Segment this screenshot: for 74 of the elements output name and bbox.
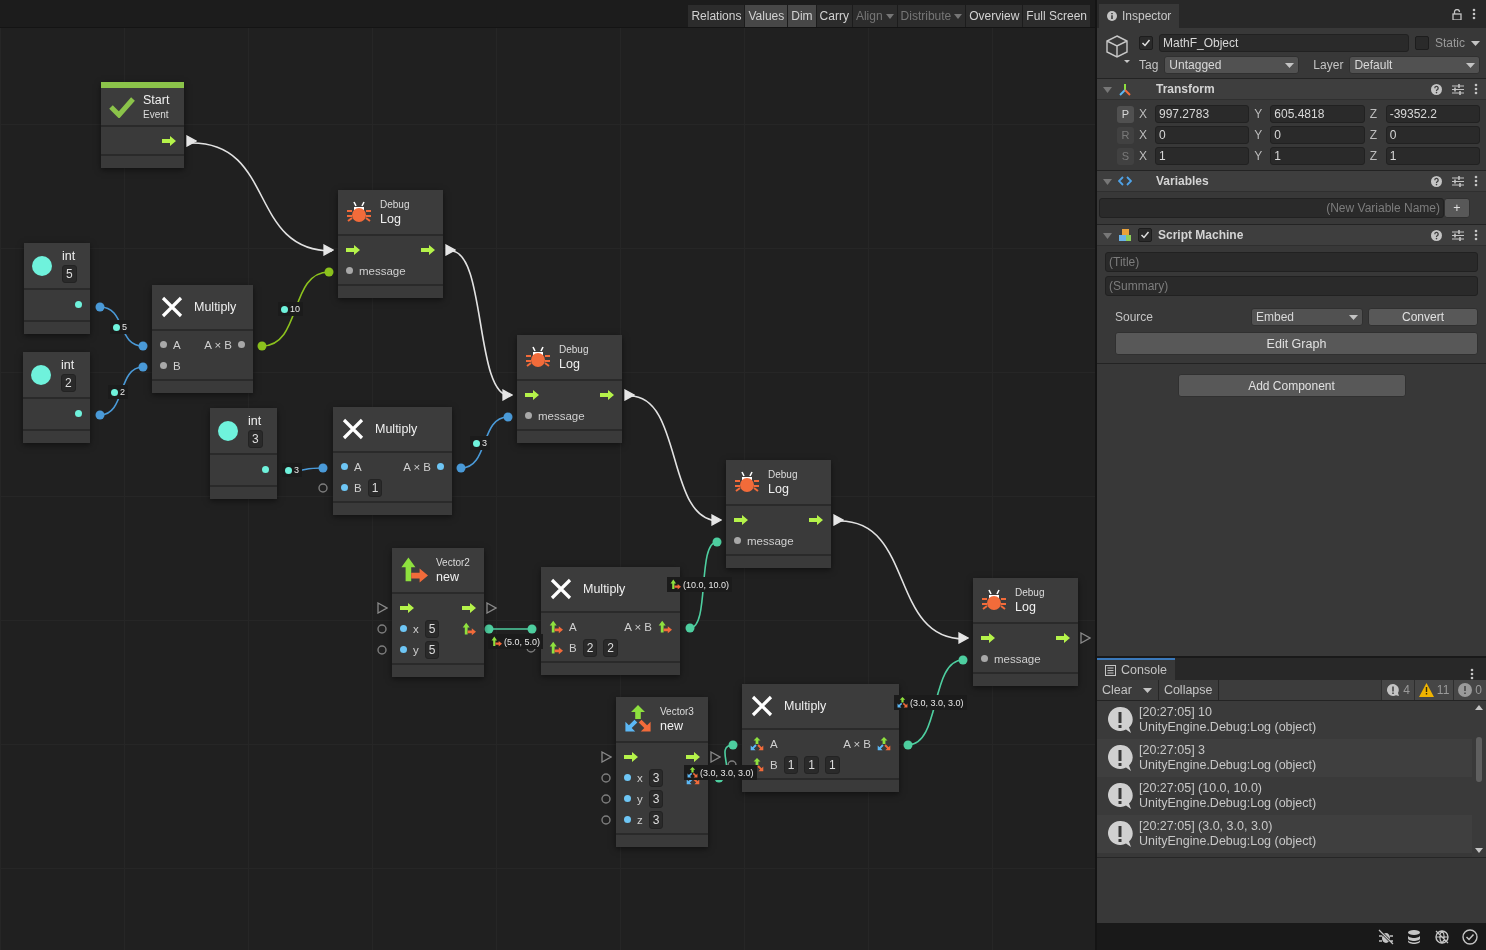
axis-label: Z bbox=[1369, 128, 1378, 142]
log-text: [20:27:05] 10 bbox=[1139, 705, 1213, 720]
field-label: Layer bbox=[1313, 58, 1344, 72]
node-title: int bbox=[61, 357, 76, 372]
node-title: Multiply bbox=[784, 699, 827, 713]
component-title: Variables bbox=[1156, 174, 1210, 188]
port-label: A bbox=[173, 338, 181, 351]
port-label: A × B bbox=[843, 737, 871, 750]
value-text: 10 bbox=[290, 304, 300, 314]
port-label: A × B bbox=[403, 460, 431, 473]
port-label: A bbox=[569, 620, 577, 633]
node-title: Log bbox=[380, 211, 402, 226]
log-text: UnityEngine.Debug:Log (object) bbox=[1139, 834, 1317, 849]
node-title: Multiply bbox=[583, 582, 626, 596]
node-category: Debug bbox=[768, 468, 798, 480]
port-label: B bbox=[173, 359, 181, 372]
port-label: A bbox=[770, 737, 778, 750]
port-label: z bbox=[637, 813, 643, 826]
port-label: x bbox=[637, 771, 643, 784]
axis-label: Z bbox=[1369, 149, 1378, 163]
static-label: Static bbox=[1435, 36, 1465, 50]
node-category: Vector2 bbox=[436, 556, 470, 568]
log-text: [20:27:05] (10.0, 10.0) bbox=[1139, 781, 1263, 796]
value-text: (5.0, 5.0) bbox=[504, 636, 541, 647]
field-label: Tag bbox=[1139, 58, 1159, 72]
node-category: Debug bbox=[380, 198, 410, 210]
node-title: Multiply bbox=[375, 422, 418, 436]
log-text: UnityEngine.Debug:Log (object) bbox=[1139, 796, 1317, 811]
port-label: B bbox=[354, 481, 362, 494]
axis-label: X bbox=[1139, 107, 1148, 121]
node-category: Debug bbox=[1015, 586, 1045, 598]
log-text: UnityEngine.Debug:Log (object) bbox=[1139, 758, 1317, 773]
port-label: message bbox=[538, 409, 585, 422]
component-title: Script Machine bbox=[1158, 228, 1245, 242]
node-title: Multiply bbox=[194, 300, 237, 314]
port-label: y bbox=[637, 792, 643, 805]
axis-label: X bbox=[1139, 128, 1148, 142]
log-text: [20:27:05] (3.0, 3.0, 3.0) bbox=[1139, 819, 1274, 834]
node-title: Start bbox=[143, 93, 170, 107]
port-label: message bbox=[747, 534, 794, 547]
component-title: Transform bbox=[1156, 82, 1216, 96]
port-label: y bbox=[413, 643, 419, 656]
value-text: (10.0, 10.0) bbox=[683, 579, 730, 590]
value-text: (3.0, 3.0, 3.0) bbox=[910, 697, 964, 708]
port-label: message bbox=[359, 264, 406, 277]
node-title: new bbox=[436, 569, 460, 584]
axis-label: Y bbox=[1254, 128, 1264, 142]
node-title: Log bbox=[559, 356, 581, 371]
log-text: UnityEngine.Debug:Log (object) bbox=[1139, 720, 1317, 735]
field-label: Source bbox=[1115, 310, 1155, 324]
node-category: Vector3 bbox=[660, 705, 694, 717]
port-label: A bbox=[354, 460, 362, 473]
port-label: x bbox=[413, 622, 419, 635]
node-title: Log bbox=[768, 481, 790, 496]
axis-label: X bbox=[1139, 149, 1148, 163]
value-text: 2 bbox=[120, 387, 125, 397]
value-text: 5 bbox=[122, 322, 127, 332]
port-label: A × B bbox=[204, 338, 232, 351]
port-label: A × B bbox=[624, 620, 652, 633]
value-text: 3 bbox=[294, 465, 299, 475]
log-text: [20:27:05] 3 bbox=[1139, 743, 1207, 758]
node-category: Debug bbox=[559, 343, 589, 355]
port-label: B bbox=[770, 758, 778, 771]
value-text: 3 bbox=[482, 438, 487, 448]
port-label: message bbox=[994, 652, 1041, 665]
port-label: B bbox=[569, 641, 577, 654]
axis-label: Y bbox=[1254, 149, 1264, 163]
node-title: int bbox=[62, 248, 77, 263]
node-title: int bbox=[248, 413, 263, 428]
node-title: new bbox=[660, 718, 684, 733]
node-title: Log bbox=[1015, 599, 1037, 614]
node-subtitle: Event bbox=[143, 109, 170, 120]
axis-label: Y bbox=[1254, 107, 1264, 121]
axis-label: Z bbox=[1369, 107, 1378, 121]
